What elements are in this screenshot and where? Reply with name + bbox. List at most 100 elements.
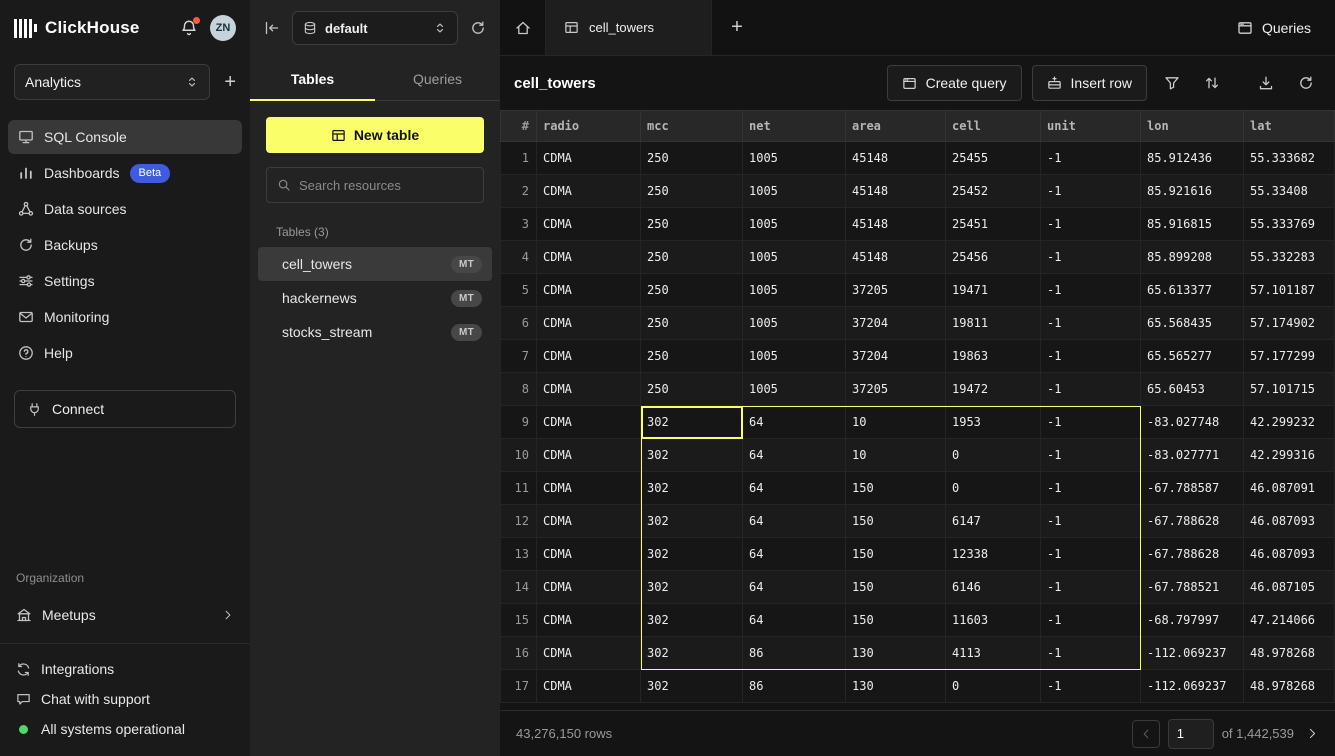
cell-lat[interactable]: 46.087091 bbox=[1244, 472, 1335, 505]
refresh-table-button[interactable] bbox=[1291, 68, 1321, 98]
cell-lat[interactable]: 48.978268 bbox=[1244, 670, 1335, 703]
cell-mcc[interactable]: 250 bbox=[641, 340, 743, 373]
row-number[interactable]: 5 bbox=[501, 274, 537, 307]
cell-lat[interactable]: 46.087105 bbox=[1244, 571, 1335, 604]
cell-lon[interactable]: -112.069237 bbox=[1141, 637, 1244, 670]
cell-lat[interactable]: 55.33408 bbox=[1244, 175, 1335, 208]
cell-lon[interactable]: 65.568435 bbox=[1141, 307, 1244, 340]
cell-lat[interactable]: 47.214066 bbox=[1244, 604, 1335, 637]
cell-lon[interactable]: 85.899208 bbox=[1141, 241, 1244, 274]
tab-cell-towers[interactable]: cell_towers bbox=[546, 0, 712, 55]
cell-unit[interactable]: -1 bbox=[1041, 439, 1141, 472]
search-input[interactable] bbox=[299, 178, 473, 193]
cell-radio[interactable]: CDMA bbox=[537, 340, 641, 373]
cell-cell[interactable]: 19863 bbox=[946, 340, 1041, 373]
avatar[interactable]: ZN bbox=[210, 15, 236, 41]
cell-unit[interactable]: -1 bbox=[1041, 604, 1141, 637]
row-number[interactable]: 13 bbox=[501, 538, 537, 571]
clickhouse-logo-icon[interactable] bbox=[14, 18, 37, 38]
cell-area[interactable]: 37205 bbox=[846, 373, 946, 406]
cell-unit[interactable]: -1 bbox=[1041, 274, 1141, 307]
cell-cell[interactable]: 12338 bbox=[946, 538, 1041, 571]
cell-lon[interactable]: -67.788628 bbox=[1141, 505, 1244, 538]
cell-mcc[interactable]: 250 bbox=[641, 208, 743, 241]
cell-unit[interactable]: -1 bbox=[1041, 538, 1141, 571]
new-tab-button[interactable]: + bbox=[712, 0, 762, 55]
sidebar-item-settings[interactable]: Settings bbox=[8, 264, 242, 298]
sidebar-item-meetups[interactable]: Meetups bbox=[0, 595, 250, 635]
cell-lon[interactable]: -67.788628 bbox=[1141, 538, 1244, 571]
cell-cell[interactable]: 19471 bbox=[946, 274, 1041, 307]
cell-cell[interactable]: 11603 bbox=[946, 604, 1041, 637]
sidebar-item-monitoring[interactable]: Monitoring bbox=[8, 300, 242, 334]
cell-lat[interactable]: 55.333769 bbox=[1244, 208, 1335, 241]
cell-cell[interactable]: 6146 bbox=[946, 571, 1041, 604]
cell-mcc[interactable]: 302 bbox=[641, 670, 743, 703]
refresh-icon[interactable] bbox=[470, 20, 486, 36]
row-number[interactable]: 15 bbox=[501, 604, 537, 637]
cell-net[interactable]: 1005 bbox=[743, 208, 846, 241]
cell-lat[interactable]: 46.087093 bbox=[1244, 538, 1335, 571]
cell-unit[interactable]: -1 bbox=[1041, 505, 1141, 538]
explorer-tab-tables[interactable]: Tables bbox=[250, 56, 375, 101]
row-number[interactable]: 10 bbox=[501, 439, 537, 472]
cell-radio[interactable]: CDMA bbox=[537, 142, 641, 175]
add-service-button[interactable]: + bbox=[224, 72, 236, 92]
table-list-item-cell-towers[interactable]: cell_towersMT bbox=[258, 247, 492, 281]
cell-mcc[interactable]: 302 bbox=[641, 406, 743, 439]
cell-lat[interactable]: 57.174902 bbox=[1244, 307, 1335, 340]
cell-unit[interactable]: -1 bbox=[1041, 307, 1141, 340]
prev-page-button[interactable] bbox=[1132, 720, 1160, 748]
cell-lon[interactable]: 85.912436 bbox=[1141, 142, 1244, 175]
cell-lat[interactable]: 48.978268 bbox=[1244, 637, 1335, 670]
cell-net[interactable]: 64 bbox=[743, 505, 846, 538]
table-list-item-hackernews[interactable]: hackernewsMT bbox=[258, 281, 492, 315]
cell-unit[interactable]: -1 bbox=[1041, 340, 1141, 373]
sidebar-footer-item-all-systems-operational[interactable]: All systems operational bbox=[16, 714, 234, 744]
cell-area[interactable]: 45148 bbox=[846, 142, 946, 175]
cell-unit[interactable]: -1 bbox=[1041, 175, 1141, 208]
notifications-button[interactable] bbox=[180, 19, 198, 37]
cell-cell[interactable]: 0 bbox=[946, 472, 1041, 505]
cell-cell[interactable]: 19472 bbox=[946, 373, 1041, 406]
workspace-select[interactable]: Analytics bbox=[14, 64, 210, 100]
cell-area[interactable]: 37205 bbox=[846, 274, 946, 307]
cell-net[interactable]: 86 bbox=[743, 637, 846, 670]
cell-area[interactable]: 150 bbox=[846, 571, 946, 604]
row-number[interactable]: 3 bbox=[501, 208, 537, 241]
cell-unit[interactable]: -1 bbox=[1041, 142, 1141, 175]
cell-radio[interactable]: CDMA bbox=[537, 274, 641, 307]
next-page-button[interactable] bbox=[1306, 727, 1319, 740]
page-input[interactable] bbox=[1168, 719, 1214, 749]
cell-radio[interactable]: CDMA bbox=[537, 208, 641, 241]
sidebar-item-help[interactable]: Help bbox=[8, 336, 242, 370]
cell-lon[interactable]: 65.60453 bbox=[1141, 373, 1244, 406]
cell-lat[interactable]: 42.299316 bbox=[1244, 439, 1335, 472]
cell-unit[interactable]: -1 bbox=[1041, 571, 1141, 604]
sort-button[interactable] bbox=[1197, 68, 1227, 98]
cell-mcc[interactable]: 302 bbox=[641, 505, 743, 538]
cell-radio[interactable]: CDMA bbox=[537, 373, 641, 406]
cell-radio[interactable]: CDMA bbox=[537, 670, 641, 703]
cell-lon[interactable]: 65.565277 bbox=[1141, 340, 1244, 373]
row-number[interactable]: 6 bbox=[501, 307, 537, 340]
column-header-lon[interactable]: lon bbox=[1141, 111, 1244, 142]
column-header-unit[interactable]: unit bbox=[1041, 111, 1141, 142]
cell-area[interactable]: 10 bbox=[846, 406, 946, 439]
row-number[interactable]: 9 bbox=[501, 406, 537, 439]
sidebar-item-sql-console[interactable]: SQL Console bbox=[8, 120, 242, 154]
cell-unit[interactable]: -1 bbox=[1041, 208, 1141, 241]
cell-lat[interactable]: 46.087093 bbox=[1244, 505, 1335, 538]
cell-net[interactable]: 64 bbox=[743, 439, 846, 472]
create-query-button[interactable]: Create query bbox=[887, 65, 1022, 101]
cell-radio[interactable]: CDMA bbox=[537, 175, 641, 208]
cell-area[interactable]: 45148 bbox=[846, 208, 946, 241]
sidebar-item-backups[interactable]: Backups bbox=[8, 228, 242, 262]
column-header-cell[interactable]: cell bbox=[946, 111, 1041, 142]
row-number[interactable]: 17 bbox=[501, 670, 537, 703]
cell-cell[interactable]: 4113 bbox=[946, 637, 1041, 670]
cell-area[interactable]: 37204 bbox=[846, 340, 946, 373]
column-header-net[interactable]: net bbox=[743, 111, 846, 142]
cell-net[interactable]: 1005 bbox=[743, 175, 846, 208]
cell-lon[interactable]: 65.613377 bbox=[1141, 274, 1244, 307]
